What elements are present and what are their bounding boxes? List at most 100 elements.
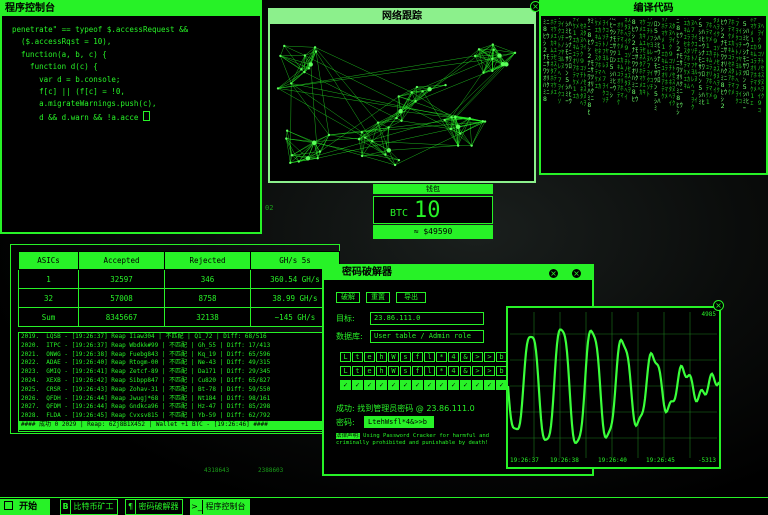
matrix-column: ﾝ5ｼﾊﾐﾋｰｳｼﾅﾓﾆｻﾜﾂﾛﾝ5ｼﾊﾐﾋ bbox=[698, 18, 705, 106]
database-label: 数据库: bbox=[336, 332, 363, 341]
network-node bbox=[290, 82, 293, 85]
matrix-column: 7ｦｲｸｺｿﾁﾄﾉﾌﾔﾖﾙﾚﾇﾍ7ｦｲｸｺｿ bbox=[557, 18, 565, 105]
matrix-column: ﾘｱﾎﾃﾏｹﾒ1ｴｶｷﾑﾕﾗｵﾘｱﾎﾃﾏｹﾒ bbox=[661, 18, 668, 100]
password-field[interactable]: LtehWsfl*4&>>b bbox=[364, 416, 434, 428]
network-node bbox=[289, 161, 292, 165]
start-icon bbox=[4, 501, 13, 510]
network-titlebar[interactable]: 网络跟踪 bbox=[270, 10, 534, 24]
osc-time-mid3: 19:26:45 bbox=[646, 457, 675, 464]
char-cell: f bbox=[412, 366, 423, 376]
network-node bbox=[482, 71, 485, 74]
network-node bbox=[415, 85, 419, 89]
oscilloscope-graph bbox=[508, 312, 719, 458]
network-node bbox=[513, 51, 517, 55]
oscilloscope-close-icon[interactable]: × bbox=[713, 300, 724, 311]
log-line: 2028. FLDA - [19:26:45] Reap Cvxsv815 | … bbox=[21, 412, 271, 420]
database-field[interactable]: User table / Admin role bbox=[370, 330, 484, 343]
network-link bbox=[291, 83, 330, 136]
cracker-title: 密码破解器 bbox=[342, 267, 392, 278]
char-cell: L bbox=[340, 366, 351, 376]
taskbar: 开始 B 比特币矿工 ¶ 密码破解器 >_ 程序控制台 bbox=[0, 497, 768, 515]
code-line: function(a, b, c) { bbox=[12, 49, 107, 59]
matrix-column: ｱﾎﾃﾏｹﾒ1ｴｶｷﾑﾕﾗｵﾘｱﾎﾃﾏｹﾒ1 bbox=[705, 21, 713, 106]
network-node bbox=[376, 121, 380, 124]
matrix-column: ｼﾊﾐﾋｰｳｼﾅﾓﾆｻﾜﾂﾛﾝ5ｼﾊﾐﾋｰｳ bbox=[565, 20, 572, 105]
network-link bbox=[469, 118, 472, 146]
code-line: a.migrateWarnings.push(c), bbox=[12, 99, 157, 109]
target-field[interactable]: 23.86.111.0 bbox=[370, 312, 484, 325]
taskbar-item-miner[interactable]: B 比特币矿工 bbox=[60, 499, 118, 515]
crack-button[interactable]: 破解 bbox=[336, 292, 360, 303]
network-node bbox=[371, 140, 374, 143]
miner-log: 2019. LQSB - [19:26:37] Reap Iiaw304 | 不… bbox=[18, 332, 336, 432]
matrix-column: ｸﾐﾆ8ﾋｳｼ2ﾅﾓﾆｻﾜﾂｵﾘﾊｸﾐﾆ8ﾋ bbox=[587, 18, 594, 116]
char-row-2: Lt e h Ws f l * 4 & > > b bbox=[340, 366, 507, 376]
code-line: ($.accessRqst = 10), bbox=[12, 37, 112, 47]
reset-button[interactable]: 重置 bbox=[366, 292, 390, 303]
network-node bbox=[285, 129, 289, 132]
cracker-close-icon[interactable]: × bbox=[548, 268, 559, 279]
matrix-column: ﾇﾍｦｲｸ9ｺｿﾁﾄﾉｾﾈｽﾀﾇﾍｦｲｸ9ｺ bbox=[757, 22, 765, 114]
log-line: 2021. ONWG - [19:26:38] Reap Fuebg843 | … bbox=[21, 350, 271, 358]
network-node bbox=[443, 118, 446, 122]
char-cell: W bbox=[388, 366, 399, 376]
char-cell: ✓ bbox=[448, 380, 459, 390]
char-cell: s bbox=[400, 366, 411, 376]
start-button[interactable]: 开始 bbox=[0, 499, 50, 515]
cracker-close-icon-2[interactable]: × bbox=[571, 268, 582, 279]
network-node bbox=[307, 67, 311, 70]
matrix-title: 编译代码 bbox=[633, 3, 674, 14]
matrix-column: ｽﾀﾇﾍｦｲｸ9ｺｿﾁﾄﾉｾﾈｽﾀﾇﾍｦｲｸ bbox=[668, 22, 676, 107]
asic-col-accepted: Accepted bbox=[78, 251, 165, 270]
legal-label: 法律声明: bbox=[336, 433, 360, 439]
char-cell: ✓ bbox=[388, 380, 399, 390]
char-cell: s bbox=[400, 352, 411, 362]
network-node bbox=[491, 57, 494, 61]
network-node bbox=[384, 153, 387, 156]
matrix-column: ｱﾎﾃﾏｹﾒｴｶｷﾑﾕﾗｾﾈｽﾀｱﾎﾃﾏｹﾒ bbox=[728, 18, 735, 96]
network-link bbox=[398, 96, 401, 112]
console-titlebar[interactable]: 程序控制台 bbox=[2, 2, 260, 16]
char-cell: > bbox=[472, 352, 483, 362]
asic-col-asics: ASICs bbox=[18, 251, 79, 270]
network-link bbox=[478, 44, 493, 50]
char-cell: ✓ bbox=[400, 380, 411, 390]
char-cell: L bbox=[340, 352, 351, 362]
matrix-column: ﾈｽﾀﾇﾍｦｲｸ9ｺｿﾁﾄﾉｾﾈｽﾀﾇﾍｦｲ bbox=[624, 18, 631, 101]
wallet-amount: 10 bbox=[414, 198, 441, 223]
network-node bbox=[316, 156, 319, 160]
matrix-column: 8ﾋｳｼ2ﾅﾓﾆｻﾜﾂｵﾘﾊｸﾐﾆ8ﾋｳｼ2 bbox=[720, 18, 728, 110]
export-button[interactable]: 导出 bbox=[396, 292, 426, 303]
char-cell: ✓ bbox=[460, 380, 471, 390]
matrix-code: ﾊｸﾐﾆ8ﾋｳｼ2ﾅﾓﾆｻﾜﾂｵﾘﾊｸﾐﾆ8ﾎﾃﾏｹﾒｴｶｷﾑﾕﾗｾﾈｽﾀｱﾎﾃ… bbox=[543, 18, 765, 173]
char-row-1: Lt e h Ws f l * 4 & > > b bbox=[340, 352, 507, 362]
log-line: 2027. QFDM - [19:26:44] Reap Gndkca96 | … bbox=[21, 403, 271, 411]
network-link bbox=[364, 137, 386, 155]
terminal-icon: >_ bbox=[191, 500, 203, 514]
network-link bbox=[314, 47, 412, 93]
asic-cell: 32 bbox=[18, 288, 79, 308]
network-node bbox=[444, 83, 447, 87]
network-node bbox=[308, 62, 313, 67]
osc-time-left: 19:26:37 bbox=[510, 457, 539, 464]
taskbar-item-console[interactable]: >_ 程序控制台 bbox=[190, 499, 250, 515]
network-link bbox=[280, 55, 302, 70]
matrix-column: ｾﾈｽﾀﾇﾍｦｲｸ9ｺｿﾁﾄﾉｾﾈｽﾀﾇﾍｦ bbox=[580, 22, 587, 107]
network-node bbox=[459, 132, 462, 135]
network-link bbox=[358, 139, 363, 156]
matrix-column: ﾎﾃﾏｹﾒ1ｴｶｷﾑﾕﾗｵﾘｱﾎﾃﾏｹﾒ1ｴ bbox=[750, 18, 757, 107]
network-link bbox=[396, 49, 480, 119]
code-line: f[c] || (f[c] = !0, bbox=[12, 87, 125, 97]
char-cell: t bbox=[352, 366, 363, 376]
console-title: 程序控制台 bbox=[5, 3, 55, 14]
matrix-window: 编译代码 ﾊｸﾐﾆ8ﾋｳｼ2ﾅﾓﾆｻﾜﾂｵﾘﾊｸﾐﾆ8ﾎﾃﾏｹﾒｴｶｷﾑﾕﾗｾﾈ… bbox=[539, 0, 768, 175]
network-node bbox=[410, 91, 413, 94]
taskbar-item-cracker[interactable]: ¶ 密码破解器 bbox=[125, 499, 183, 515]
char-cell: l bbox=[424, 366, 435, 376]
network-link bbox=[471, 121, 484, 146]
char-cell: > bbox=[484, 352, 495, 362]
matrix-titlebar[interactable]: 编译代码 bbox=[541, 2, 766, 16]
network-node bbox=[300, 68, 303, 71]
network-node bbox=[386, 148, 392, 153]
char-cell: 4 bbox=[448, 352, 459, 362]
